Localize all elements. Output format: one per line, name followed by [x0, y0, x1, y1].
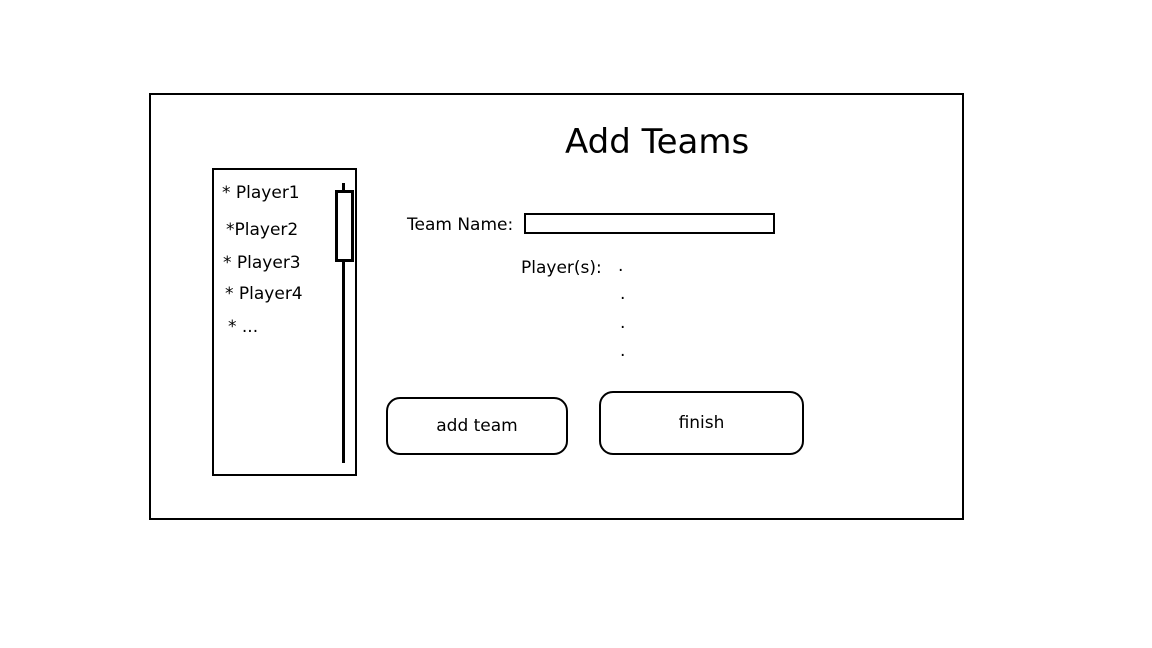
list-item[interactable]: * Player4 — [225, 283, 303, 305]
add-team-button[interactable]: add team — [386, 397, 568, 455]
player-slot: . — [620, 284, 626, 304]
player-slot: . — [620, 313, 626, 333]
player-slot: . — [620, 341, 626, 361]
team-name-label: Team Name: — [407, 215, 514, 235]
players-label: Player(s): — [521, 258, 602, 278]
team-name-input[interactable] — [524, 213, 775, 234]
player-slot: . — [618, 256, 624, 276]
finish-button[interactable]: finish — [599, 391, 804, 455]
list-item[interactable]: *Player2 — [226, 219, 298, 241]
list-item[interactable]: * Player1 — [222, 182, 300, 204]
list-item[interactable]: * ... — [228, 316, 258, 338]
page-title: Add Teams — [565, 122, 750, 162]
player-list-scroll-thumb[interactable] — [335, 190, 354, 262]
list-item[interactable]: * Player3 — [223, 252, 301, 274]
